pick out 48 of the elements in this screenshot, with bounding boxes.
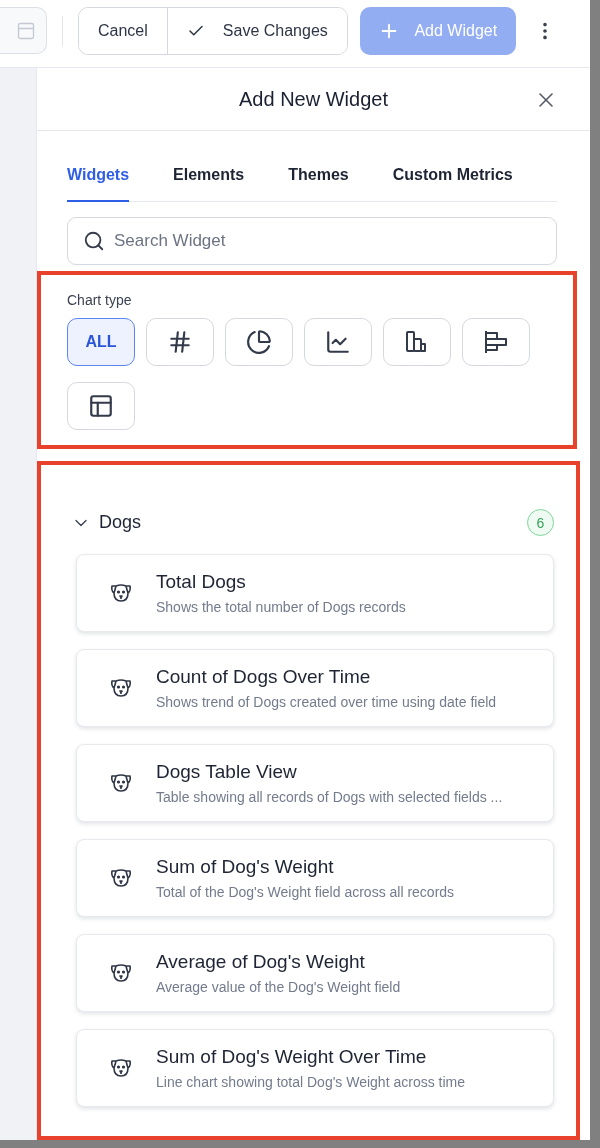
widget-card[interactable]: Count of Dogs Over Time Shows trend of Dogs created over time using date field xyxy=(76,649,554,727)
line-chart-icon xyxy=(325,329,351,355)
widget-description: Shows the total number of Dogs records xyxy=(156,599,406,615)
tab[interactable]: Elements xyxy=(173,149,245,202)
panel-icon xyxy=(16,20,36,41)
widget-description: Table showing all records of Dogs with selected fields ... xyxy=(156,789,503,805)
widget-card[interactable]: Sum of Dog's Weight Total of the Dog's Weight field across all records xyxy=(76,839,554,917)
chart-type-label: Chart type xyxy=(67,292,133,308)
chart-type-option[interactable]: ALL xyxy=(67,318,135,366)
widget-card[interactable]: Dogs Table View Table showing all records of Dogs with selected fields ... xyxy=(76,744,554,822)
tab[interactable]: Themes xyxy=(288,149,349,202)
widget-card[interactable]: Total Dogs Shows the total number of Dogs records xyxy=(76,554,554,632)
dog-icon xyxy=(110,773,132,793)
widget-description: Shows trend of Dogs created over time using date field xyxy=(156,694,497,710)
horizontal-bar-chart-icon xyxy=(483,329,509,355)
group-title: Dogs xyxy=(99,512,143,533)
save-changes-button[interactable]: Save Changes xyxy=(166,7,347,54)
count-badge: 6 xyxy=(527,509,554,536)
widget-title: Average of Dog's Weight xyxy=(156,951,366,973)
widget-card[interactable]: Sum of Dog's Weight Over Time Line chart showing total Dog's Weight across time xyxy=(76,1029,554,1107)
dog-icon xyxy=(110,963,132,983)
widget-description: Line chart showing total Dog's Weight across time xyxy=(156,1074,465,1090)
widget-card[interactable]: Average of Dog's Weight Average value of the Dog's Weight field xyxy=(76,934,554,1012)
chart-type-option[interactable] xyxy=(67,382,135,430)
widget-title: Sum of Dog's Weight xyxy=(156,856,335,878)
tab[interactable]: Custom Metrics xyxy=(392,149,513,202)
panel-title: Add New Widget xyxy=(239,87,388,111)
hash-icon xyxy=(167,329,193,355)
widget-description: Total of the Dog's Weight field across all records xyxy=(156,884,455,900)
search-icon xyxy=(83,230,105,252)
search-field[interactable]: Search Widget xyxy=(67,217,557,265)
widget-title: Sum of Dog's Weight Over Time xyxy=(156,1046,428,1068)
chart-type-option[interactable] xyxy=(304,318,372,366)
dog-icon xyxy=(110,868,132,888)
table-icon xyxy=(88,393,114,419)
widget-title: Total Dogs xyxy=(156,571,247,593)
chart-type-option[interactable] xyxy=(462,318,530,366)
dog-icon xyxy=(110,1058,132,1078)
chart-type-option[interactable] xyxy=(146,318,214,366)
widget-title: Count of Dogs Over Time xyxy=(156,666,372,688)
chart-type-option[interactable] xyxy=(383,318,451,366)
tab[interactable]: Widgets xyxy=(67,149,130,202)
dog-icon xyxy=(110,678,132,698)
widget-title: Dogs Table View xyxy=(156,761,298,783)
widget-description: Average value of the Dog's Weight field xyxy=(156,979,401,995)
chart-type-option[interactable] xyxy=(225,318,293,366)
pie-chart-icon xyxy=(246,329,272,355)
dog-icon xyxy=(110,583,132,603)
